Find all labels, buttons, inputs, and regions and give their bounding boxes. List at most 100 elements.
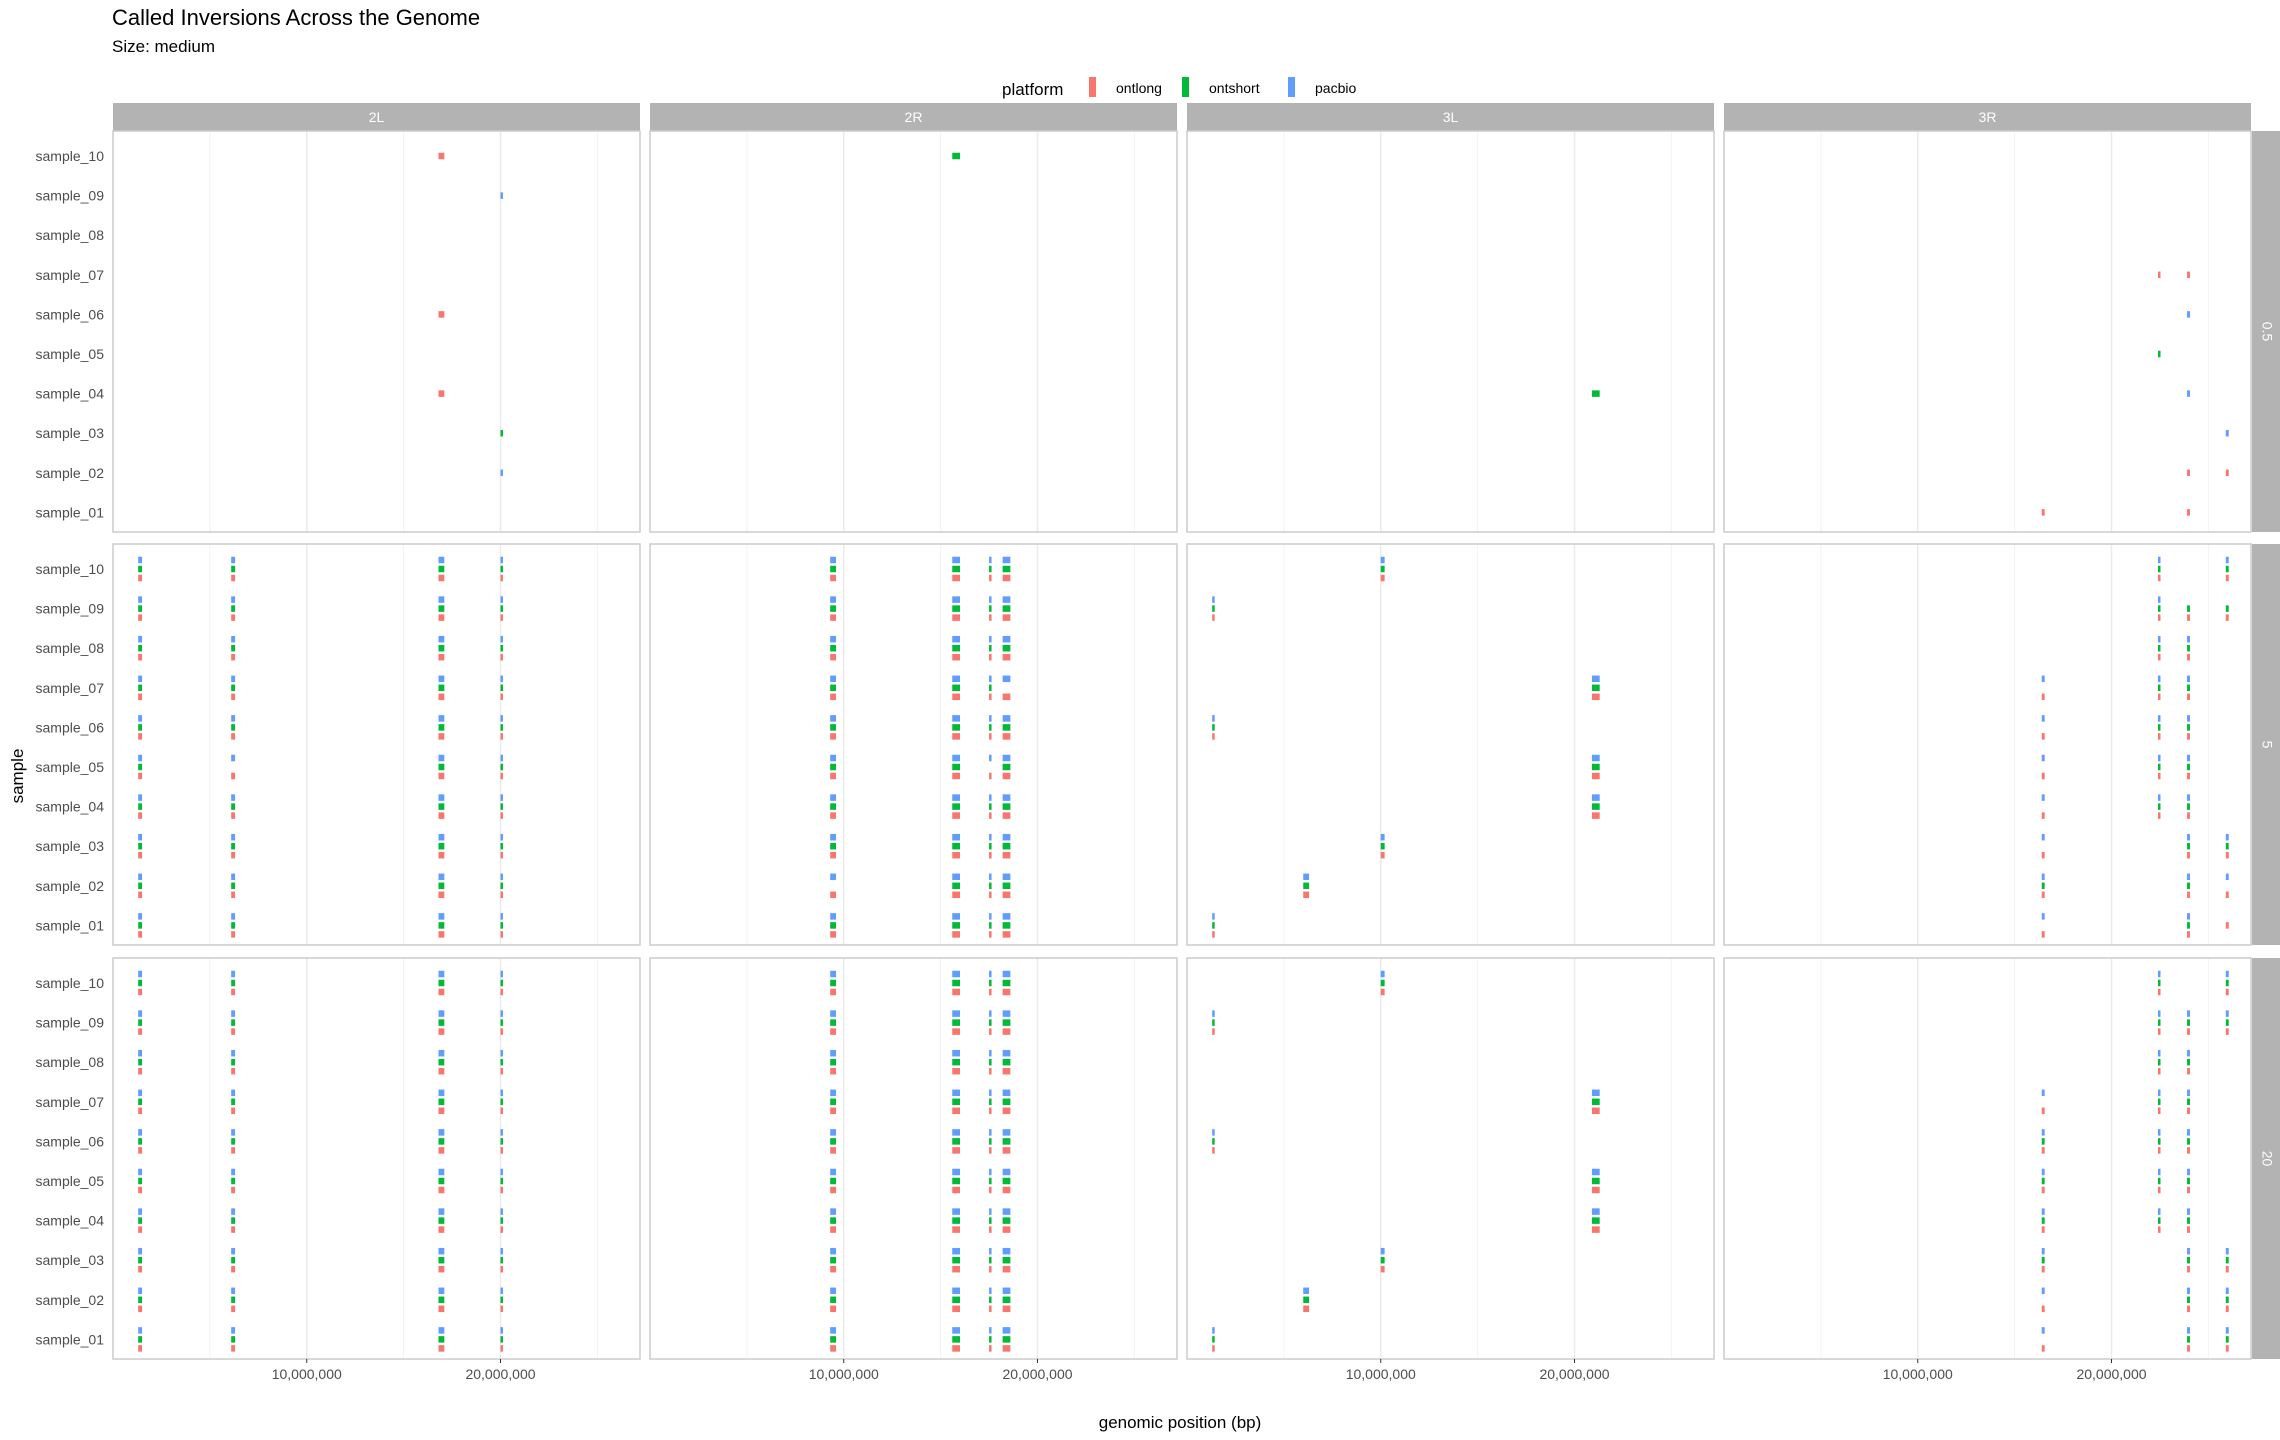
inversion-mark-pacbio: [501, 596, 504, 603]
inversion-mark-ontlong: [1003, 1187, 1011, 1194]
inversion-mark-ontshort: [1003, 1099, 1011, 1106]
inversion-mark-pacbio: [138, 1010, 142, 1017]
inversion-mark-pacbio: [138, 1090, 142, 1097]
inversion-mark-pacbio: [830, 1050, 836, 1057]
inversion-mark-ontlong: [231, 852, 235, 859]
inversion-mark-ontshort: [1003, 843, 1011, 850]
inversion-mark-pacbio: [830, 596, 836, 603]
inversion-mark-ontshort: [439, 1138, 445, 1145]
inversion-mark-ontshort: [989, 1217, 992, 1224]
inversion-mark-pacbio: [989, 755, 992, 762]
inversion-mark-ontshort: [952, 605, 960, 612]
inversion-mark-pacbio: [1381, 834, 1385, 841]
inversion-mark-ontshort: [2226, 980, 2229, 987]
inversion-mark-ontlong: [989, 1226, 992, 1233]
inversion-mark-ontlong: [501, 614, 504, 621]
inversion-mark-pacbio: [501, 794, 504, 801]
inversion-mark-ontshort: [501, 1336, 504, 1343]
inversion-mark-ontlong: [501, 892, 504, 899]
inversion-mark-pacbio: [138, 1169, 142, 1176]
inversion-mark-pacbio: [2158, 1010, 2161, 1017]
inversion-mark-ontlong: [138, 1068, 142, 1075]
inversion-mark-ontlong: [439, 989, 445, 996]
inversion-mark-pacbio: [2042, 1288, 2045, 1295]
inversion-mark-pacbio: [2187, 636, 2190, 643]
inversion-mark-pacbio: [1003, 794, 1011, 801]
inversion-mark-ontshort: [1003, 803, 1011, 810]
inversion-mark-ontshort: [2226, 1297, 2229, 1304]
inversion-mark-pacbio: [2226, 834, 2229, 841]
inversion-mark-ontshort: [2187, 803, 2190, 810]
inversion-mark-ontshort: [989, 1178, 992, 1185]
inversion-mark-pacbio: [952, 755, 960, 762]
inversion-mark-pacbio: [2187, 715, 2190, 722]
inversion-mark-ontlong: [138, 694, 142, 701]
inversion-mark-pacbio: [2187, 390, 2190, 397]
inversion-mark-ontlong: [138, 773, 142, 780]
inversion-mark-pacbio: [989, 1327, 992, 1334]
inversion-mark-ontshort: [952, 980, 960, 987]
inversion-mark-ontshort: [138, 764, 142, 771]
inversion-mark-ontshort: [231, 1138, 235, 1145]
inversion-mark-ontshort: [1381, 566, 1385, 573]
inversion-mark-ontlong: [989, 614, 992, 621]
inversion-mark-ontshort: [501, 1059, 504, 1066]
inversion-mark-pacbio: [501, 557, 504, 564]
inversion-mark-ontshort: [952, 724, 960, 731]
inversion-mark-pacbio: [989, 636, 992, 643]
inversion-mark-ontshort: [1381, 843, 1385, 850]
inversion-mark-ontshort: [231, 980, 235, 987]
inversion-mark-ontshort: [231, 922, 235, 929]
inversion-mark-ontshort: [138, 883, 142, 890]
inversion-mark-ontshort: [952, 803, 960, 810]
inversion-mark-pacbio: [231, 557, 235, 564]
inversion-mark-pacbio: [2158, 794, 2161, 801]
inversion-mark-pacbio: [952, 1050, 960, 1057]
inversion-mark-ontshort: [231, 645, 235, 652]
inversion-mark-ontlong: [2042, 931, 2045, 938]
inversion-mark-ontshort: [952, 1217, 960, 1224]
inversion-mark-ontlong: [2187, 1108, 2190, 1115]
inversion-mark-ontlong: [989, 654, 992, 661]
inversion-mark-pacbio: [138, 913, 142, 920]
inversion-mark-ontshort: [439, 1257, 445, 1264]
inversion-mark-ontshort: [830, 566, 836, 573]
inversion-mark-ontlong: [501, 1108, 504, 1115]
inversion-mark-ontshort: [2187, 605, 2190, 612]
inversion-mark-ontlong: [138, 852, 142, 859]
inversion-mark-pacbio: [989, 1010, 992, 1017]
inversion-mark-pacbio: [2226, 1327, 2229, 1334]
x-tick-label: 10,000,000: [272, 1366, 342, 1382]
inversion-mark-pacbio: [2042, 913, 2045, 920]
inversion-mark-pacbio: [2042, 1169, 2045, 1176]
inversion-mark-ontlong: [501, 1226, 504, 1233]
inversion-mark-pacbio: [830, 755, 836, 762]
inversion-mark-ontshort: [231, 1336, 235, 1343]
inversion-mark-ontshort: [1003, 922, 1011, 929]
facet-strip-label: 3L: [1443, 109, 1459, 125]
inversion-mark-pacbio: [231, 1288, 235, 1295]
inversion-mark-ontshort: [2158, 605, 2161, 612]
inversion-mark-ontshort: [439, 1059, 445, 1066]
inversion-mark-pacbio: [2187, 1327, 2190, 1334]
inversion-mark-ontshort: [1003, 605, 1011, 612]
inversion-mark-ontlong: [1212, 733, 1215, 740]
y-tick-label: sample_08: [36, 227, 105, 243]
inversion-mark-pacbio: [1381, 557, 1385, 564]
inversion-mark-ontshort: [501, 645, 504, 652]
inversion-mark-pacbio: [2042, 1090, 2045, 1097]
inversion-mark-pacbio: [1003, 755, 1011, 762]
inversion-mark-ontshort: [501, 1217, 504, 1224]
inversion-mark-ontlong: [989, 1306, 992, 1313]
inversion-mark-ontshort: [2187, 922, 2190, 929]
inversion-mark-ontshort: [1212, 605, 1215, 612]
inversion-mark-ontlong: [1003, 989, 1011, 996]
inversion-mark-pacbio: [439, 1248, 445, 1255]
y-tick-label: sample_10: [36, 975, 105, 991]
inversion-mark-pacbio: [952, 596, 960, 603]
inversion-mark-ontlong: [231, 1028, 235, 1035]
inversion-mark-pacbio: [501, 1090, 504, 1097]
inversion-mark-pacbio: [830, 1010, 836, 1017]
facet-strip-2R: 2R: [650, 103, 1177, 131]
inversion-mark-ontshort: [501, 430, 504, 437]
